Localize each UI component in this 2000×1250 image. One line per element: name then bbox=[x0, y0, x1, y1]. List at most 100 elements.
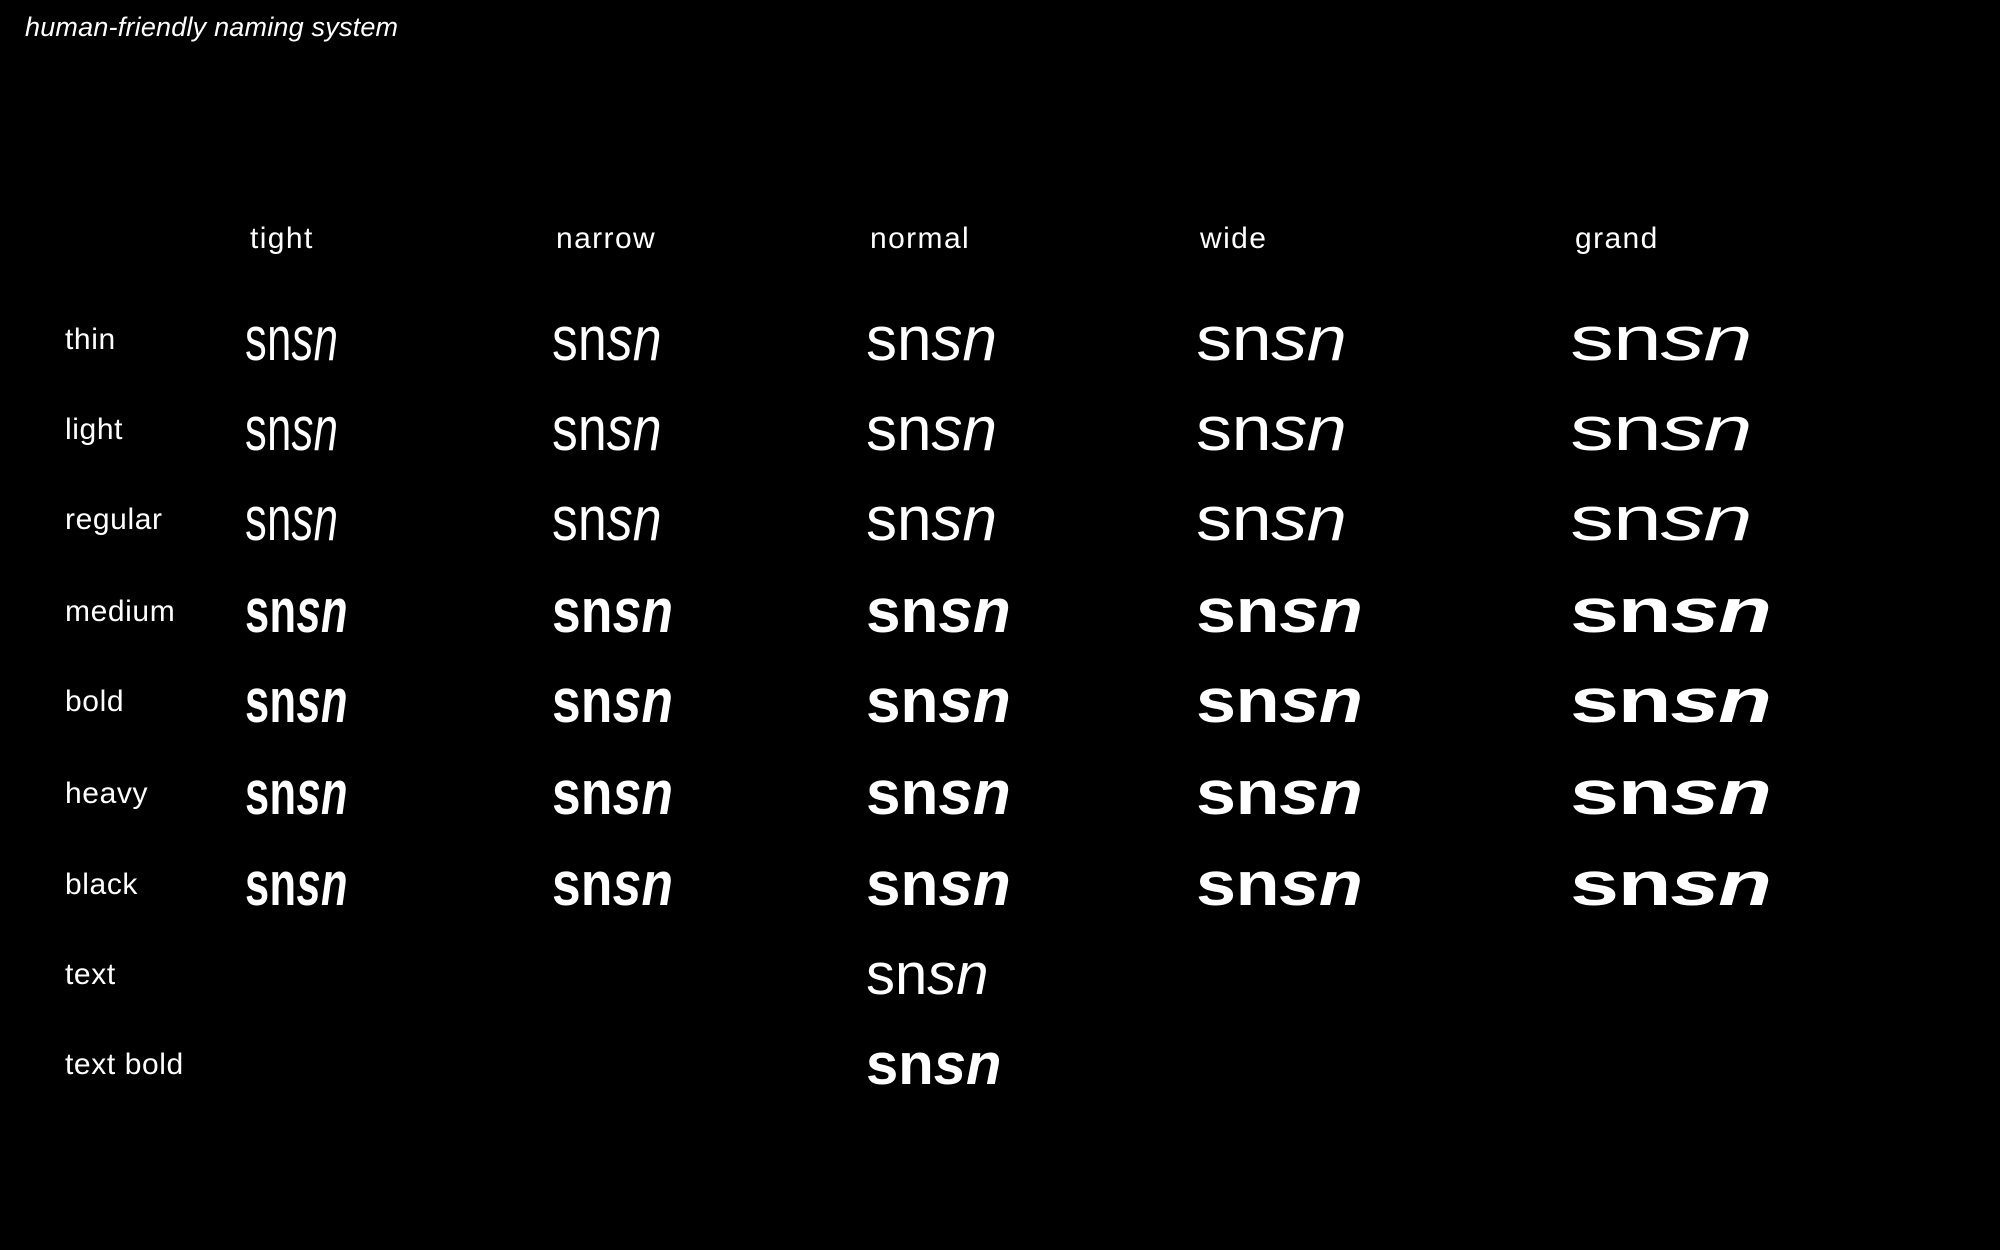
specimen-roman: sn bbox=[1196, 577, 1280, 646]
specimen-italic: sn bbox=[612, 577, 674, 646]
specimen-italic: sn bbox=[612, 850, 674, 919]
specimen-light-tight: snsn bbox=[245, 399, 378, 461]
specimen-roman: sn bbox=[1196, 305, 1272, 374]
specimen-italic: sn bbox=[1271, 485, 1347, 554]
specimen-roman: sn bbox=[866, 850, 939, 919]
specimen-thin-normal: snsn bbox=[866, 309, 997, 371]
specimen-regular-normal: snsn bbox=[866, 489, 997, 551]
column-header-wide: wide bbox=[1200, 222, 1268, 255]
row-label-medium: medium bbox=[65, 595, 176, 628]
specimen-italic: sn bbox=[1660, 305, 1753, 374]
specimen-medium-tight: snsn bbox=[245, 581, 392, 643]
row-label-heavy: heavy bbox=[65, 777, 149, 810]
specimen-light-normal: snsn bbox=[866, 399, 997, 461]
specimen-italic: sn bbox=[1279, 577, 1363, 646]
specimen-roman: sn bbox=[866, 942, 928, 1007]
specimen-italic: sn bbox=[1660, 485, 1753, 554]
specimen-thin-narrow: snsn bbox=[552, 309, 684, 371]
specimen-italic: sn bbox=[1271, 305, 1347, 374]
specimen-roman: sn bbox=[866, 577, 939, 646]
specimen-roman: sn bbox=[1196, 667, 1280, 736]
specimen-italic: sn bbox=[606, 395, 662, 464]
specimen-black-wide: snsn bbox=[1196, 854, 1363, 916]
specimen-roman: sn bbox=[245, 850, 297, 919]
specimen-black-normal: snsn bbox=[866, 854, 1011, 916]
row-label-text: text bbox=[65, 958, 116, 991]
specimen-italic: sn bbox=[296, 759, 348, 828]
specimen-italic: sn bbox=[933, 1032, 1002, 1097]
specimen-italic: sn bbox=[1670, 850, 1772, 919]
specimen-italic: sn bbox=[296, 667, 348, 736]
column-header-narrow: narrow bbox=[556, 222, 657, 255]
specimen-italic: sn bbox=[612, 759, 674, 828]
specimen-roman: sn bbox=[866, 759, 939, 828]
specimen-italic: sn bbox=[938, 667, 1011, 736]
specimen-roman: sn bbox=[552, 395, 607, 464]
specimen-italic: sn bbox=[1660, 395, 1753, 464]
specimen-thin-wide: snsn bbox=[1196, 309, 1347, 371]
specimen-roman: sn bbox=[866, 395, 932, 464]
specimen-heavy-normal: snsn bbox=[866, 763, 1011, 825]
specimen-bold-normal: snsn bbox=[866, 671, 1011, 733]
specimen-italic: sn bbox=[296, 577, 348, 646]
specimen-italic: sn bbox=[291, 395, 339, 464]
specimen-italic: sn bbox=[296, 850, 348, 919]
specimen-regular-tight: snsn bbox=[245, 489, 378, 551]
specimen-bold-narrow: snsn bbox=[552, 671, 698, 733]
specimen-italic: sn bbox=[1279, 850, 1363, 919]
specimen-bold-wide: snsn bbox=[1196, 671, 1363, 733]
specimen-italic: sn bbox=[1279, 759, 1363, 828]
specimen-roman: sn bbox=[1570, 667, 1672, 736]
specimen-roman: sn bbox=[1570, 395, 1662, 464]
specimen-italic: sn bbox=[1670, 759, 1772, 828]
specimen-roman: sn bbox=[552, 759, 613, 828]
specimen-roman: sn bbox=[552, 485, 607, 554]
specimen-roman: sn bbox=[245, 485, 292, 554]
specimen-roman: sn bbox=[245, 395, 292, 464]
specimen-italic: sn bbox=[931, 395, 997, 464]
specimen-roman: sn bbox=[1570, 759, 1672, 828]
row-label-text-bold: text bold bbox=[65, 1048, 184, 1081]
specimen-light-grand: snsn bbox=[1570, 399, 1752, 461]
specimen-roman: sn bbox=[1196, 850, 1280, 919]
specimen-roman: sn bbox=[866, 667, 939, 736]
specimen-black-narrow: snsn bbox=[552, 854, 698, 916]
specimen-roman: sn bbox=[1570, 305, 1662, 374]
specimen-medium-narrow: snsn bbox=[552, 581, 698, 643]
specimen-heavy-narrow: snsn bbox=[552, 763, 698, 825]
specimen-roman: sn bbox=[245, 305, 292, 374]
column-header-grand: grand bbox=[1575, 222, 1659, 255]
specimen-italic: sn bbox=[931, 485, 997, 554]
typeface-specimen-grid: tight narrow normal wide grand thin snsn snsn sn… bbox=[0, 0, 2000, 1250]
specimen-roman: sn bbox=[1570, 485, 1662, 554]
specimen-text-bold-normal: snsn bbox=[866, 1036, 1001, 1094]
specimen-italic: sn bbox=[927, 942, 989, 1007]
specimen-italic: sn bbox=[938, 850, 1011, 919]
row-label-regular: regular bbox=[65, 503, 163, 536]
specimen-regular-narrow: snsn bbox=[552, 489, 684, 551]
specimen-italic: sn bbox=[606, 305, 662, 374]
specimen-roman: sn bbox=[552, 850, 613, 919]
specimen-bold-tight: snsn bbox=[245, 671, 392, 733]
specimen-thin-grand: snsn bbox=[1570, 309, 1752, 371]
specimen-roman: sn bbox=[1196, 395, 1272, 464]
specimen-italic: sn bbox=[291, 305, 339, 374]
specimen-medium-grand: snsn bbox=[1570, 581, 1772, 643]
specimen-text-normal: snsn bbox=[866, 946, 989, 1004]
specimen-roman: sn bbox=[866, 305, 932, 374]
specimen-light-wide: snsn bbox=[1196, 399, 1347, 461]
specimen-roman: sn bbox=[1196, 485, 1272, 554]
row-label-black: black bbox=[65, 868, 139, 901]
specimen-light-narrow: snsn bbox=[552, 399, 684, 461]
column-header-tight: tight bbox=[250, 222, 314, 255]
specimen-italic: sn bbox=[938, 759, 1011, 828]
specimen-italic: sn bbox=[931, 305, 997, 374]
specimen-roman: sn bbox=[245, 759, 297, 828]
specimen-roman: sn bbox=[1196, 759, 1280, 828]
specimen-bold-grand: snsn bbox=[1570, 671, 1772, 733]
specimen-roman: sn bbox=[552, 305, 607, 374]
specimen-heavy-grand: snsn bbox=[1570, 763, 1772, 825]
specimen-italic: sn bbox=[938, 577, 1011, 646]
specimen-medium-normal: snsn bbox=[866, 581, 1011, 643]
row-label-thin: thin bbox=[65, 323, 116, 356]
